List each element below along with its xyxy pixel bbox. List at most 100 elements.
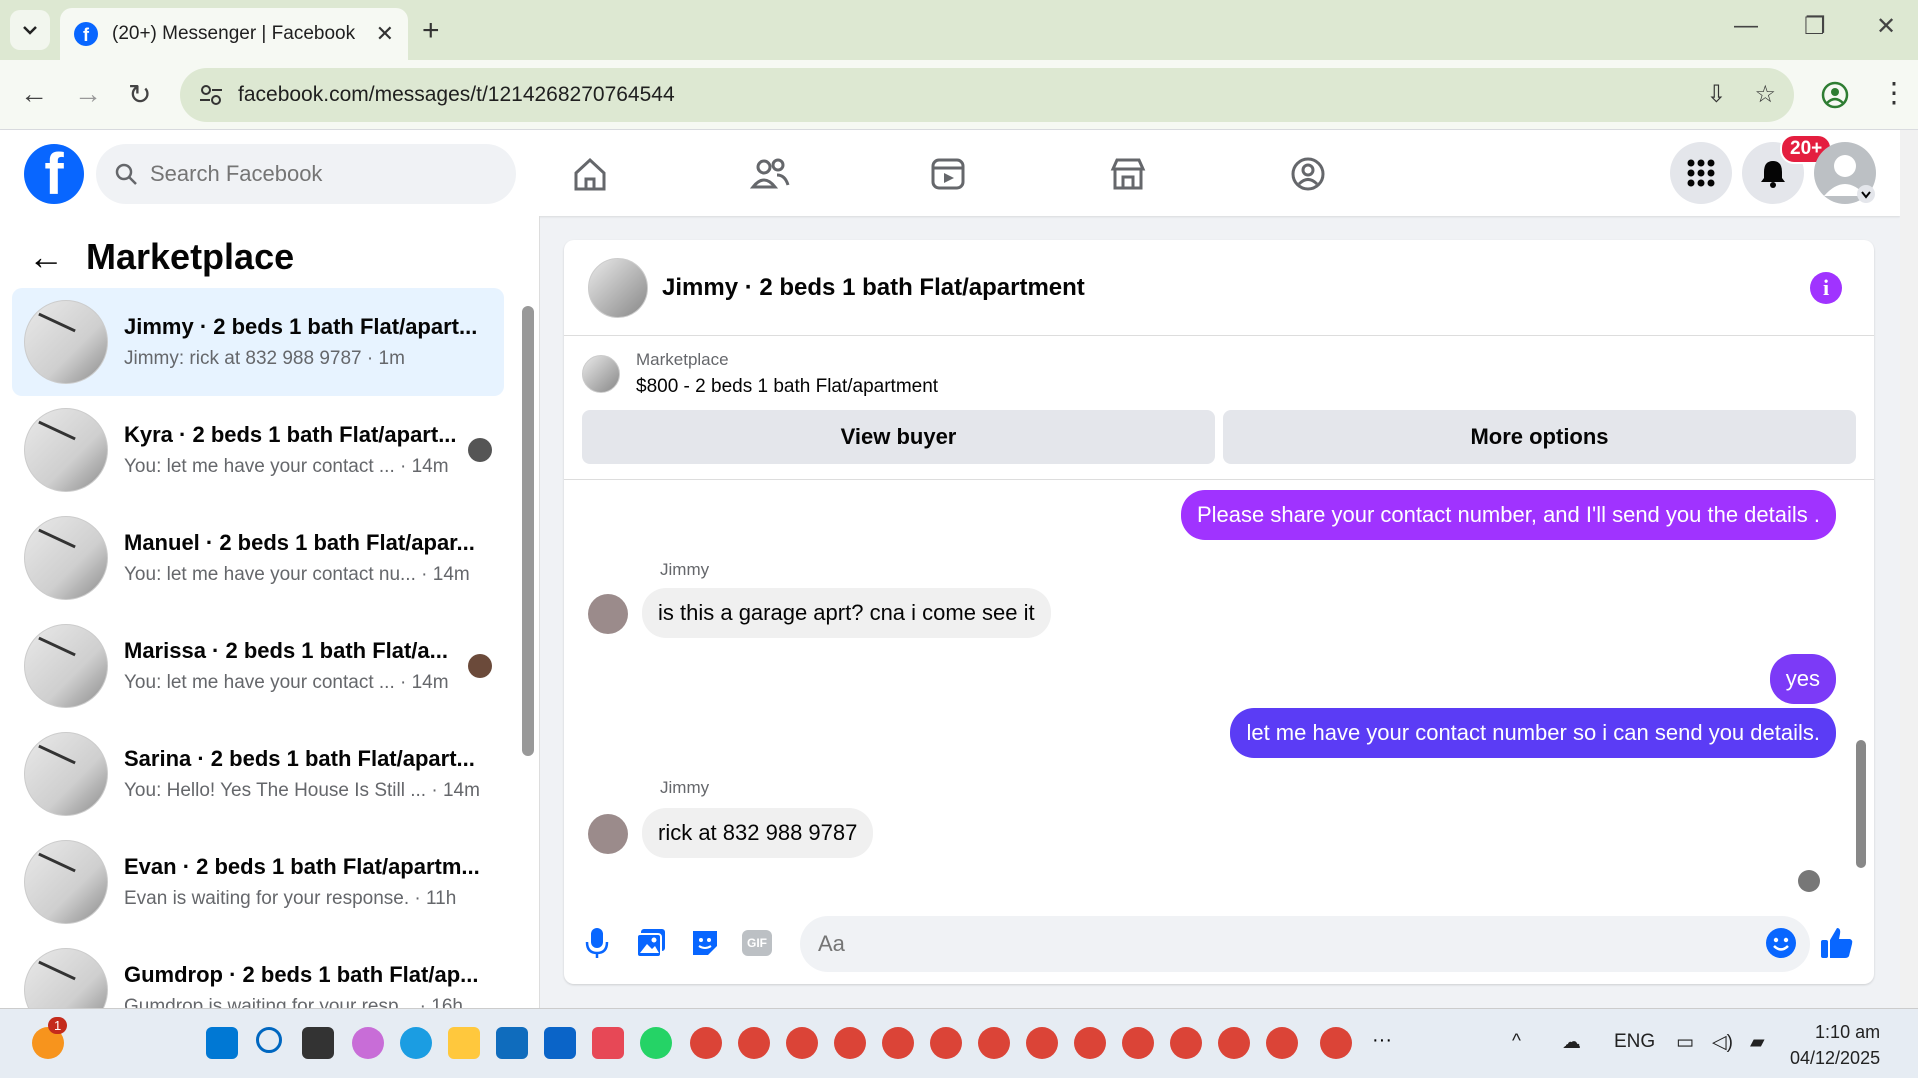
chrome-icon[interactable] (1266, 1027, 1298, 1059)
language-indicator[interactable]: ENG (1614, 1031, 1655, 1053)
site-info-icon[interactable] (198, 82, 224, 108)
volume-icon[interactable]: ◁) (1712, 1031, 1733, 1054)
conversation-list-scrollbar[interactable] (522, 306, 534, 756)
facebook-search[interactable] (96, 144, 516, 204)
facebook-logo[interactable]: f (24, 144, 84, 204)
chevron-up-icon[interactable]: ^ (1512, 1031, 1521, 1053)
facebook-header: f 20+ (0, 130, 1900, 216)
back-arrow-icon[interactable]: ← (28, 236, 64, 278)
listing-label: Marketplace (636, 350, 729, 369)
listing-thumbnail[interactable] (582, 355, 620, 393)
profile-icon[interactable] (1820, 80, 1850, 110)
photo-icon[interactable] (634, 926, 668, 960)
browser-menu-icon[interactable]: ⋮ (1880, 76, 1908, 109)
microphone-icon[interactable] (580, 926, 614, 960)
chrome-icon[interactable] (1170, 1027, 1202, 1059)
tab-search-dropdown[interactable] (10, 10, 50, 50)
battery-icon[interactable]: ▰ (1750, 1031, 1765, 1054)
conversation-item[interactable]: Gumdrop · 2 beds 1 bath Flat/ap... Gumdro… (12, 936, 504, 1008)
new-tab-button[interactable]: + (422, 14, 440, 48)
chrome-icon[interactable] (834, 1027, 866, 1059)
search-input[interactable] (150, 161, 470, 187)
account-avatar[interactable] (1814, 142, 1876, 204)
message-input-wrapper[interactable] (800, 916, 1810, 972)
copilot-icon[interactable] (352, 1027, 384, 1059)
network-icon[interactable]: ▭ (1676, 1031, 1694, 1054)
chrome-icon[interactable] (738, 1027, 770, 1059)
chrome-icon[interactable] (930, 1027, 962, 1059)
windows-start-icon[interactable] (206, 1027, 238, 1059)
friends-icon[interactable] (748, 152, 792, 196)
message-input[interactable] (818, 931, 1718, 957)
thumbs-up-icon[interactable] (1820, 926, 1854, 960)
more-apps-icon[interactable]: ··· (1372, 1029, 1392, 1052)
menu-grid-button[interactable] (1670, 142, 1732, 204)
conversation-name: Kyra · 2 beds 1 bath Flat/apart... (124, 422, 457, 447)
outlook-icon[interactable] (544, 1027, 576, 1059)
sender-avatar[interactable] (588, 594, 628, 634)
view-buyer-button[interactable]: View buyer (582, 410, 1215, 464)
groups-icon[interactable] (1286, 152, 1330, 196)
forward-arrow-icon[interactable]: → (74, 78, 102, 110)
chat-title[interactable]: Jimmy · 2 beds 1 bath Flat/apartment (662, 274, 1085, 302)
whatsapp-icon[interactable] (640, 1027, 672, 1059)
reload-icon[interactable]: ↻ (128, 78, 151, 111)
snipping-tool-icon[interactable] (592, 1027, 624, 1059)
more-options-button[interactable]: More options (1223, 410, 1856, 464)
back-arrow-icon[interactable]: ← (20, 78, 48, 110)
window-close-icon[interactable]: ✕ (1876, 12, 1896, 41)
onedrive-icon[interactable]: ☁ (1562, 1031, 1581, 1054)
browser-tab-active[interactable]: f (20+) Messenger | Facebook ✕ (60, 8, 408, 60)
conversation-item[interactable]: Jimmy · 2 beds 1 bath Flat/apart... Jimmy… (12, 288, 504, 396)
sender-avatar[interactable] (588, 814, 628, 854)
tab-close-icon[interactable]: ✕ (376, 21, 394, 47)
sticker-icon[interactable] (688, 926, 722, 960)
incoming-message[interactable]: is this a garage aprt? cna i come see it (642, 588, 1051, 638)
chrome-icon[interactable] (1122, 1027, 1154, 1059)
outgoing-message[interactable]: let me have your contact number so i can… (1230, 708, 1836, 758)
store-icon[interactable] (496, 1027, 528, 1059)
chrome-icon[interactable] (690, 1027, 722, 1059)
chrome-icon[interactable] (1074, 1027, 1106, 1059)
facebook-favicon-icon: f (74, 22, 98, 46)
gif-icon[interactable]: GIF (742, 930, 772, 956)
install-app-icon[interactable]: ⇩ (1706, 80, 1726, 109)
chat-header: Jimmy · 2 beds 1 bath Flat/apartment i (564, 240, 1874, 336)
marketplace-icon[interactable] (1106, 152, 1150, 196)
chat-avatar[interactable] (588, 257, 648, 318)
conversation-preview: You: let me have your contact nu... · 14… (124, 564, 470, 585)
chrome-icon[interactable] (786, 1027, 818, 1059)
outgoing-message[interactable]: Please share your contact number, and I'… (1180, 490, 1836, 540)
chrome-icon[interactable] (1320, 1027, 1352, 1059)
chat-scrollbar[interactable] (1856, 740, 1866, 868)
conversation-item[interactable]: Marissa · 2 beds 1 bath Flat/a... You: le… (12, 612, 504, 720)
home-icon[interactable] (568, 152, 612, 196)
info-icon[interactable]: i (1810, 272, 1842, 304)
avatar (24, 948, 108, 1008)
task-view-icon[interactable] (302, 1027, 334, 1059)
restore-icon[interactable]: ❐ (1804, 12, 1826, 41)
search-icon[interactable] (256, 1027, 282, 1053)
minimize-icon[interactable]: — (1734, 12, 1758, 40)
chrome-icon[interactable] (1026, 1027, 1058, 1059)
chrome-icon[interactable] (882, 1027, 914, 1059)
page-scrollbar[interactable] (1900, 130, 1918, 1008)
chrome-icon[interactable] (978, 1027, 1010, 1059)
video-icon[interactable] (926, 152, 970, 196)
edge-icon[interactable] (400, 1027, 432, 1059)
address-bar[interactable]: facebook.com/messages/t/1214268270764544… (180, 68, 1794, 122)
conversation-preview: You: let me have your contact ... · 14m (124, 672, 449, 693)
chrome-icon[interactable] (1218, 1027, 1250, 1059)
system-clock[interactable]: 1:10 am 04/12/2025 (1790, 1019, 1880, 1071)
emoji-icon[interactable] (1764, 926, 1798, 960)
conversation-item[interactable]: Evan · 2 beds 1 bath Flat/apartm... Evan … (12, 828, 504, 936)
outgoing-message[interactable]: yes (1769, 654, 1836, 704)
listing-title[interactable]: $800 - 2 beds 1 bath Flat/apartment (636, 376, 938, 398)
file-explorer-icon[interactable] (448, 1027, 480, 1059)
conversation-item[interactable]: Manuel · 2 beds 1 bath Flat/apar... You: … (12, 504, 504, 612)
conversation-item[interactable]: Kyra · 2 beds 1 bath Flat/apart... You: l… (12, 396, 504, 504)
incoming-message[interactable]: rick at 832 988 9787 (642, 808, 874, 858)
conversation-item[interactable]: Sarina · 2 beds 1 bath Flat/apart... You:… (12, 720, 504, 828)
bookmark-star-icon[interactable]: ☆ (1754, 80, 1776, 109)
read-receipt-avatar (1798, 870, 1820, 892)
